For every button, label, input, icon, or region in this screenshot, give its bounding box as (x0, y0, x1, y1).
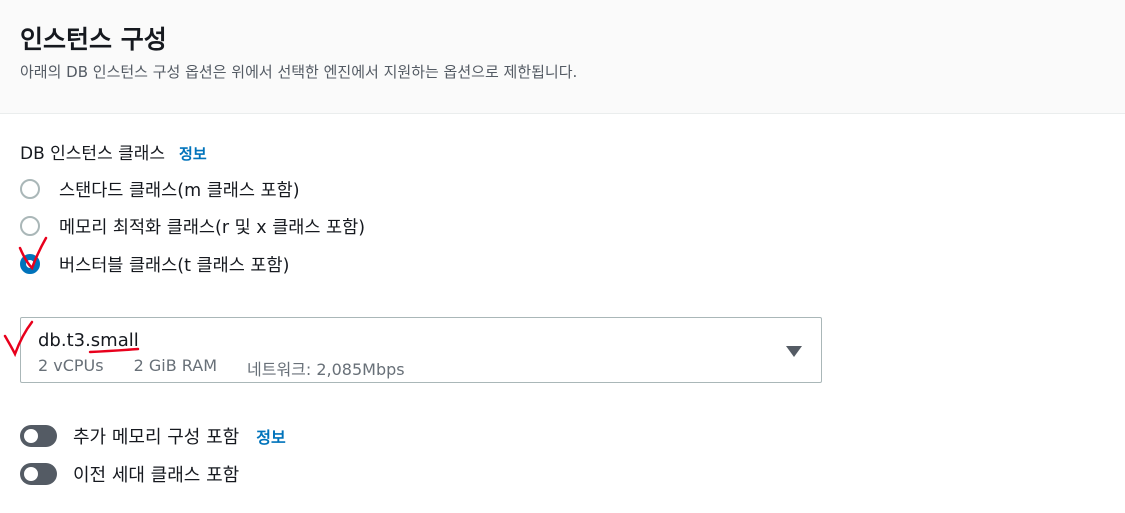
handwritten-annotations (3, 236, 140, 358)
checkmark-annotation-icon (18, 236, 48, 271)
underline-annotation (88, 347, 140, 354)
checkmark-annotation-icon (3, 320, 34, 358)
